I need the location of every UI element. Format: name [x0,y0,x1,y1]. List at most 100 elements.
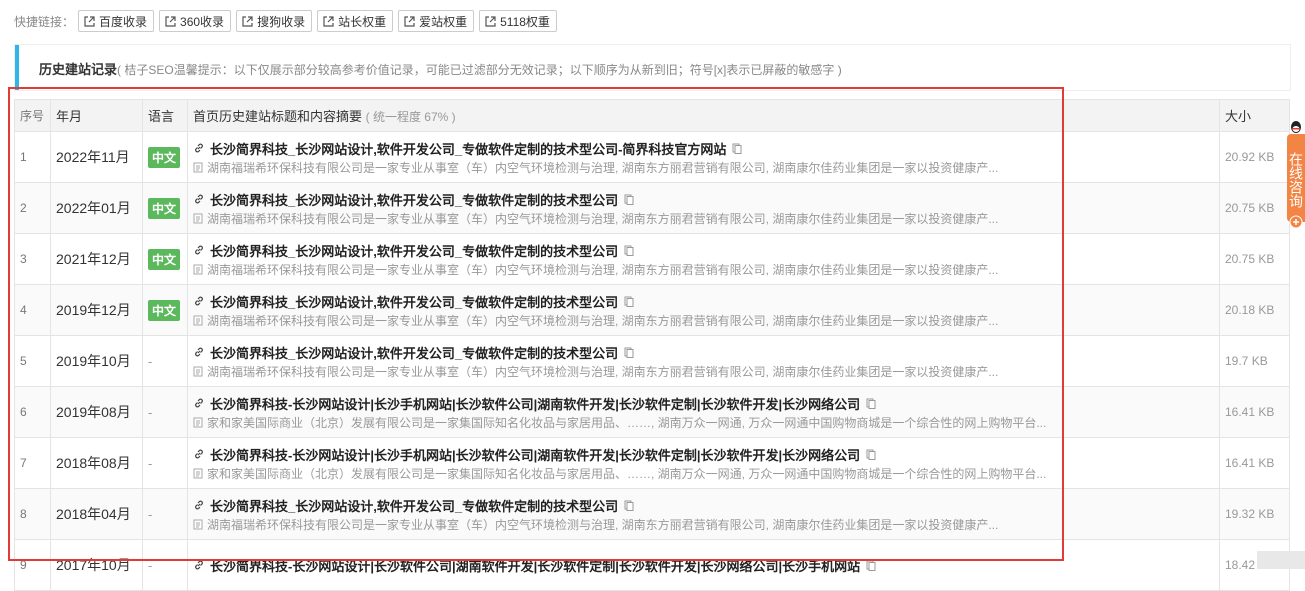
row-year-month: 2022年11月 [50,131,143,183]
row-title-cell: 长沙简界科技_长沙网站设计,软件开发公司_专做软件定制的技术型公司 湖南福瑞希环… [187,233,1220,285]
quick-link-sogou-index[interactable]: 搜狗收录 [236,10,313,32]
row-title-cell: 长沙简界科技_长沙网站设计,软件开发公司_专做软件定制的技术型公司 湖南福瑞希环… [187,488,1220,540]
row-year-month: 2017年10月 [50,539,143,591]
language-badge: 中文 [148,299,181,321]
language-empty: - [148,404,153,420]
document-icon [193,519,203,529]
row-title[interactable]: 长沙简界科技_长沙网站设计,软件开发公司_专做软件定制的技术型公司 [193,495,1214,515]
row-size: 16.41 KB [1219,386,1290,438]
row-index: 7 [14,437,51,489]
document-icon [193,264,203,274]
row-size: 19.7 KB [1219,335,1290,387]
copy-icon[interactable] [624,347,634,358]
row-title[interactable]: 长沙简界科技_长沙网站设计,软件开发公司_专做软件定制的技术型公司 [193,189,1214,209]
row-index: 4 [14,284,51,336]
row-title-cell: 长沙简界科技_长沙网站设计,软件开发公司_专做软件定制的技术型公司-简界科技官方… [187,131,1220,183]
row-language: - [142,335,188,387]
row-year-month: 2019年08月 [50,386,143,438]
language-empty: - [148,506,153,522]
row-size: 20.75 KB [1219,233,1290,285]
table-row: 4 2019年12月 中文 长沙简界科技_长沙网站设计,软件开发公司_专做软件定… [14,284,1290,336]
row-index: 1 [14,131,51,183]
link-icon [195,398,203,408]
row-year-month: 2021年12月 [50,233,143,285]
link-icon [195,449,203,459]
document-icon [193,417,203,427]
row-index: 2 [14,182,51,234]
row-size: 20.18 KB [1219,284,1290,336]
row-summary: 家和家美国际商业（北京）发展有限公司是一家集国际知名化妆品与家居用品、……, 湖… [193,413,1214,431]
row-size: 19.32 KB [1219,488,1290,540]
panel-hint: ( 桔子SEO温馨提示：以下仅展示部分较高参考价值记录，可能已过滤部分无效记录；… [117,63,842,77]
row-title-cell: 长沙简界科技_长沙网站设计,软件开发公司_专做软件定制的技术型公司 湖南福瑞希环… [187,284,1220,336]
quick-links-label: 快捷链接： [14,14,75,29]
copy-icon[interactable] [732,143,742,154]
table-header-row: 序号 年月 语言 首页历史建站标题和内容摘要 ( 统一程度 67% ) 大小 [14,99,1290,132]
quick-link-360-index[interactable]: 360收录 [159,10,232,32]
link-icon [195,500,203,510]
copy-icon[interactable] [624,296,634,307]
quick-link-chinaz-weight[interactable]: 站长权重 [317,10,394,32]
external-link-icon [165,15,176,27]
row-size: 20.75 KB [1219,182,1290,234]
row-year-month: 2018年04月 [50,488,143,540]
copy-icon[interactable] [866,449,876,460]
link-icon [195,347,203,357]
row-summary: 家和家美国际商业（北京）发展有限公司是一家集国际知名化妆品与家居用品、……, 湖… [193,464,1214,482]
qq-icon [1291,121,1301,133]
row-summary: 湖南福瑞希环保科技有限公司是一家专业从事室（车）内空气环境检测与治理, 湖南东方… [193,209,1214,227]
row-title[interactable]: 长沙简界科技_长沙网站设计,软件开发公司_专做软件定制的技术型公司 [193,291,1214,311]
external-link-icon [485,15,496,27]
header-size: 大小 [1219,99,1290,132]
copy-icon[interactable] [866,398,876,409]
row-title-cell: 长沙简界科技_长沙网站设计,软件开发公司_专做软件定制的技术型公司 湖南福瑞希环… [187,335,1220,387]
link-icon [195,143,203,153]
row-language: 中文 [142,233,188,285]
table-row: 1 2022年11月 中文 长沙简界科技_长沙网站设计,软件开发公司_专做软件定… [14,131,1290,183]
row-title[interactable]: 长沙简界科技_长沙网站设计,软件开发公司_专做软件定制的技术型公司 [193,342,1214,362]
row-title[interactable]: 长沙简界科技-长沙网站设计|长沙手机网站|长沙软件公司|湖南软件开发|长沙软件定… [193,393,1214,413]
row-title-cell: 长沙简界科技-长沙网站设计|长沙软件公司|湖南软件开发|长沙软件定制|长沙软件开… [187,539,1220,591]
row-language: 中文 [142,284,188,336]
history-panel-header: 历史建站记录( 桔子SEO温馨提示：以下仅展示部分较高参考价值记录，可能已过滤部… [14,44,1291,91]
row-index: 8 [14,488,51,540]
table-row: 2 2022年01月 中文 长沙简界科技_长沙网站设计,软件开发公司_专做软件定… [14,182,1290,234]
header-consistency: ( 统一程度 67% ) [365,110,456,124]
row-title[interactable]: 长沙简界科技_长沙网站设计,软件开发公司_专做软件定制的技术型公司-简界科技官方… [193,138,1214,158]
quick-link-aizhan-weight[interactable]: 爱站权重 [398,10,475,32]
copy-icon[interactable] [624,194,634,205]
row-title[interactable]: 长沙简界科技_长沙网站设计,软件开发公司_专做软件定制的技术型公司 [193,240,1214,260]
online-consult-widget[interactable]: 在线咨询 [1287,120,1305,230]
row-title[interactable]: 长沙简界科技-长沙网站设计|长沙软件公司|湖南软件开发|长沙软件定制|长沙软件开… [193,555,1214,575]
row-title-cell: 长沙简界科技-长沙网站设计|长沙手机网站|长沙软件公司|湖南软件开发|长沙软件定… [187,437,1220,489]
table-row: 6 2019年08月 - 长沙简界科技-长沙网站设计|长沙手机网站|长沙软件公司… [14,386,1290,438]
row-size: 16.41 KB [1219,437,1290,489]
language-empty: - [148,353,153,369]
document-icon [193,315,203,325]
external-link-icon [242,15,253,27]
panel-title: 历史建站记录( 桔子SEO温馨提示：以下仅展示部分较高参考价值记录，可能已过滤部… [39,59,842,78]
table-row: 5 2019年10月 - 长沙简界科技_长沙网站设计,软件开发公司_专做软件定制… [14,335,1290,387]
back-to-top-button[interactable] [1257,551,1305,569]
language-empty: - [148,455,153,471]
copy-icon[interactable] [624,245,634,256]
link-icon [195,194,203,204]
document-icon [193,213,203,223]
row-index: 5 [14,335,51,387]
row-language: - [142,386,188,438]
quick-link-5118-weight[interactable]: 5118权重 [479,10,557,32]
row-title-cell: 长沙简界科技-长沙网站设计|长沙手机网站|长沙软件公司|湖南软件开发|长沙软件定… [187,386,1220,438]
external-link-icon [404,15,415,27]
row-year-month: 2018年08月 [50,437,143,489]
language-badge: 中文 [148,146,181,168]
language-badge: 中文 [148,197,181,219]
quick-link-baidu-index[interactable]: 百度收录 [78,10,155,32]
header-language: 语言 [142,99,188,132]
copy-icon[interactable] [624,500,634,511]
row-index: 6 [14,386,51,438]
external-link-icon [84,15,95,27]
row-title[interactable]: 长沙简界科技-长沙网站设计|长沙手机网站|长沙软件公司|湖南软件开发|长沙软件定… [193,444,1214,464]
row-language: - [142,539,188,591]
language-empty: - [148,557,153,573]
table-row: 3 2021年12月 中文 长沙简界科技_长沙网站设计,软件开发公司_专做软件定… [14,233,1290,285]
